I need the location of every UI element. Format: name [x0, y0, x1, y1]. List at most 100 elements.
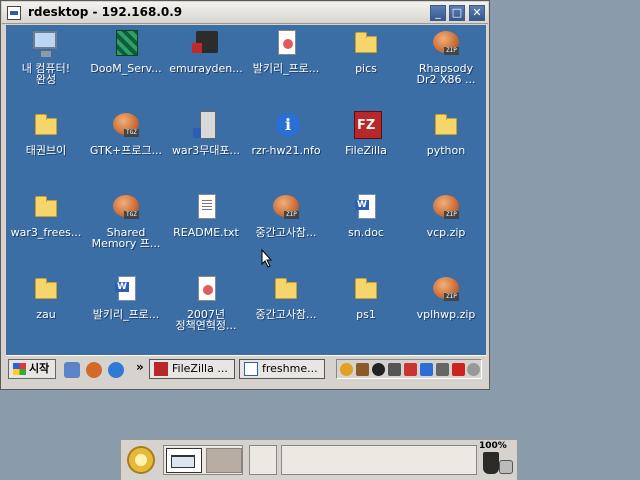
desktop-icon-zau[interactable]: zau [6, 273, 86, 320]
desktop-icon-readme[interactable]: README.txt [166, 191, 246, 238]
desktop-icon-pics[interactable]: pics [326, 27, 406, 74]
show-desktop-icon[interactable] [64, 362, 80, 378]
zip-badge: ZIP [284, 211, 299, 219]
start-button[interactable]: 시작 [8, 359, 56, 379]
desktop-icon-shared-memory[interactable]: TGZ Shared Memory 프... [86, 191, 166, 249]
tray-shield-icon[interactable] [420, 363, 433, 376]
system-tray [336, 359, 482, 379]
tray-volume-icon[interactable] [467, 363, 480, 376]
desktop-icon-label: 중간고사참... [255, 226, 317, 239]
desktop-icon-midterm-folder[interactable]: 중간고사참... [246, 273, 326, 320]
text-file-icon [198, 194, 216, 219]
device-icon [192, 31, 218, 53]
power-plug-icon [499, 460, 513, 474]
desktop-icon-label: zau [36, 308, 56, 321]
tray-network-icon[interactable] [340, 363, 353, 376]
internet-explorer-icon[interactable] [108, 362, 124, 378]
mouse-cursor-icon [261, 249, 273, 268]
server-icon [193, 111, 216, 139]
folder-icon [435, 114, 457, 135]
folder-icon [35, 278, 57, 299]
folder-icon [35, 114, 57, 135]
desktop-icon-my-computer[interactable]: 내 컴퓨터! 완성 [6, 27, 86, 85]
desktop-icon-label: 태권브이 [25, 144, 67, 157]
minimize-button[interactable]: _ [430, 5, 446, 21]
zip-badge: ZIP [444, 293, 459, 301]
window-title: rdesktop - 192.168.0.9 [28, 5, 183, 19]
desktop-icon-vcp-zip[interactable]: ZIP vcp.zip [406, 191, 486, 238]
workspace-1[interactable] [166, 448, 202, 473]
desktop-icon-label: Rhapsody Dr2 X86 ... [416, 62, 476, 86]
desktop-icon-label: war3무대포... [171, 144, 241, 157]
pdf-icon [278, 30, 296, 55]
battery-percent: 100% [479, 441, 507, 451]
desktop-icon-label: python [426, 144, 466, 157]
desktop-icon-vplhwp-zip[interactable]: ZIP vplhwp.zip [406, 273, 486, 320]
desktop-icon-filezilla[interactable]: FileZilla [326, 109, 406, 156]
desktop-icon-label: emurayden... [169, 62, 243, 75]
launcher-icon[interactable] [127, 446, 155, 474]
host-panel: 100% [120, 439, 518, 480]
desktop-icon-sn-doc[interactable]: sn.doc [326, 191, 406, 238]
desktop-icon-python[interactable]: python [406, 109, 486, 156]
zip-badge: ZIP [444, 211, 459, 219]
desktop-icon-label: FileZilla [345, 144, 387, 157]
desktop-icon-rzr-nfo[interactable]: i rzr-hw21.nfo [246, 109, 326, 156]
desktop-icon-valkyrie-doc[interactable]: 발키리_프로... [86, 273, 166, 320]
tray-bug-icon[interactable] [372, 363, 385, 376]
panel-task-button[interactable] [249, 445, 277, 475]
tray-keyboard-icon[interactable] [388, 363, 401, 376]
desktop-icon-label: sn.doc [348, 226, 384, 239]
tray-network-disconnected-icon[interactable] [436, 363, 449, 376]
messenger-icon[interactable] [86, 362, 102, 378]
desktop-icon-gtk[interactable]: TGZ GTK+프로그... [86, 109, 166, 156]
filezilla-icon [354, 111, 382, 139]
tgz-badge: TGZ [124, 211, 139, 219]
tray-app-icon[interactable] [356, 363, 369, 376]
desktop-icon-policy-pdf[interactable]: 2007년 정책연혁정... [166, 273, 246, 331]
document-icon [244, 362, 258, 376]
task-label: FileZilla ... [172, 362, 228, 375]
desktop-icon-taekwon-v[interactable]: 태권브이 [6, 109, 86, 156]
task-button-freshmeat[interactable]: freshme... [239, 359, 325, 379]
desktop-icon-label: ps1 [356, 308, 376, 321]
panel-tasklist[interactable] [281, 445, 477, 475]
word-doc-icon [115, 276, 136, 301]
remote-taskbar: 시작 » FileZilla ... freshme... [6, 355, 486, 381]
close-button[interactable]: ✕ [469, 5, 485, 21]
desktop-icon-valkyrie-pdf[interactable]: 발키리_프로... [246, 27, 326, 74]
task-button-filezilla[interactable]: FileZilla ... [149, 359, 235, 379]
desktop-icon-ps1[interactable]: ps1 [326, 273, 406, 320]
tray-alert-icon[interactable] [452, 363, 465, 376]
desktop-icon-label: vcp.zip [426, 226, 466, 239]
folder-icon [355, 278, 377, 299]
window-titlebar[interactable]: rdesktop - 192.168.0.9 _ □ ✕ [2, 2, 488, 24]
desktop-icon-midterm-zip[interactable]: ZIP 중간고사참... [246, 191, 326, 238]
tgz-badge: TGZ [124, 129, 139, 137]
task-label: freshme... [262, 362, 318, 375]
remote-desktop[interactable]: 내 컴퓨터! 완성 DooM_Serv... emurayden... 발키리_… [6, 25, 486, 355]
desktop-icon-label: README.txt [173, 226, 239, 239]
workspace-pager [163, 445, 243, 475]
pdf-icon [198, 276, 216, 301]
workspace-2[interactable] [206, 448, 242, 473]
desktop-icon-label: 내 컴퓨터! 완성 [21, 62, 71, 86]
word-doc-icon [355, 194, 376, 219]
desktop-icon-label: war3_frees... [10, 226, 82, 239]
desktop-icon-war3[interactable]: war3무대포... [166, 109, 246, 156]
tray-tools-icon[interactable] [404, 363, 417, 376]
folder-icon [355, 32, 377, 53]
folder-icon [35, 196, 57, 217]
zip-badge: ZIP [444, 47, 459, 55]
desktop-icon-war3-frees[interactable]: war3_frees... [6, 191, 86, 238]
quicklaunch-overflow[interactable]: » [136, 360, 144, 374]
monitor-icon [33, 31, 57, 57]
battery-icon[interactable] [483, 452, 499, 474]
filezilla-icon [154, 362, 168, 376]
desktop-icon-doom-server[interactable]: DooM_Serv... [86, 27, 166, 74]
desktop-icon-label: 중간고사참... [255, 308, 317, 321]
desktop-icon-emurayden[interactable]: emurayden... [166, 27, 246, 74]
desktop-icon-rhapsody[interactable]: ZIP Rhapsody Dr2 X86 ... [406, 27, 486, 85]
rdesktop-app-icon[interactable] [7, 6, 21, 20]
maximize-button[interactable]: □ [449, 5, 465, 21]
